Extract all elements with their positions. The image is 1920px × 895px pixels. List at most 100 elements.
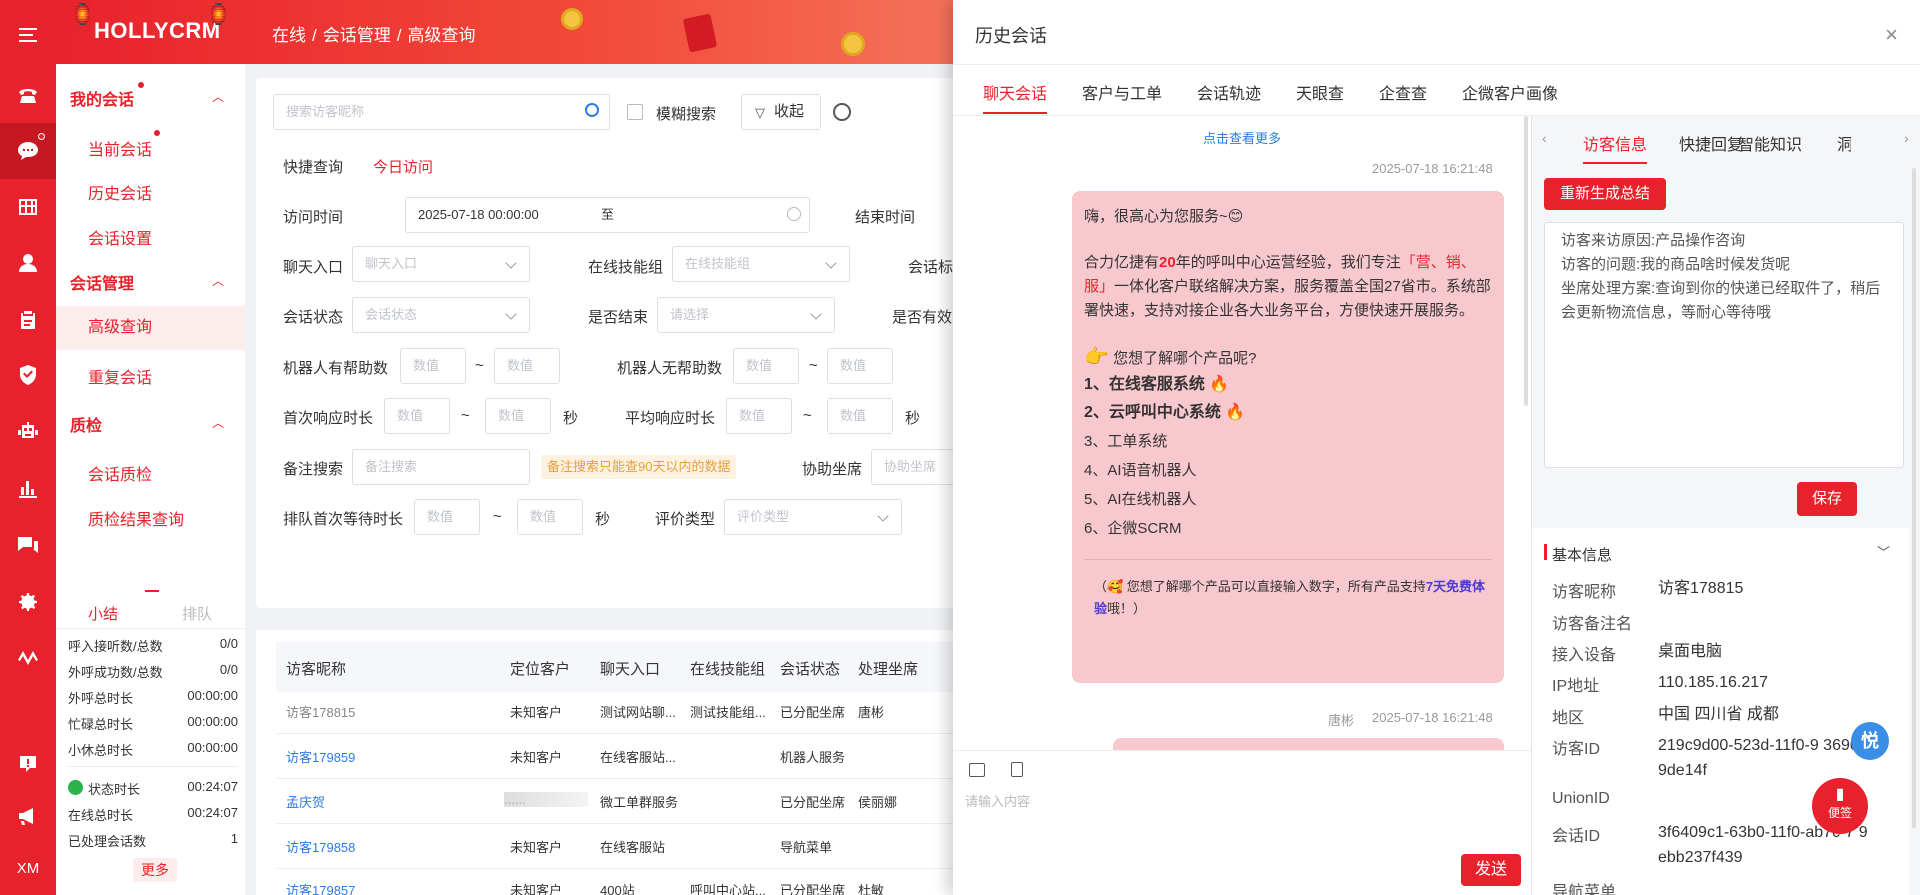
tab-summary[interactable]: 小结 bbox=[88, 603, 118, 624]
rating-select[interactable]: 评价类型 bbox=[724, 499, 902, 535]
assist-input[interactable]: 协助坐席 bbox=[871, 449, 961, 485]
tab-customer-tickets[interactable]: 客户与工单 bbox=[1082, 80, 1162, 104]
user-initials[interactable]: XM bbox=[0, 848, 56, 888]
table-cell[interactable]: 孟庆贺 bbox=[286, 792, 325, 811]
menu-group-title: 质检 bbox=[70, 418, 103, 435]
close-icon[interactable]: × bbox=[1885, 22, 1898, 48]
note-float-button[interactable]: ▮ 便签 bbox=[1812, 778, 1868, 834]
chevron-right-icon[interactable]: › bbox=[1904, 130, 1909, 146]
remark-input[interactable]: 备注搜索 bbox=[352, 449, 530, 485]
menu-item-advanced-query[interactable]: 高级查询 bbox=[56, 306, 245, 350]
stat-row: 外呼成功数/总数 0/0 bbox=[68, 662, 238, 681]
menu-icon[interactable] bbox=[0, 15, 56, 55]
chat-icon[interactable] bbox=[0, 123, 56, 179]
save-button[interactable]: 保存 bbox=[1797, 482, 1857, 516]
quick-today-link[interactable]: 今日访问 bbox=[373, 156, 433, 177]
more-button[interactable]: 更多 bbox=[133, 858, 177, 882]
robot-icon[interactable] bbox=[0, 412, 56, 452]
stat-label: 已处理会话数 bbox=[68, 834, 147, 849]
tab-smart-knowledge[interactable]: 智能知识 bbox=[1738, 131, 1802, 155]
menu-group-qc[interactable]: 质检 ︿ bbox=[70, 412, 224, 436]
first-resp-min[interactable]: 数值 bbox=[384, 398, 450, 434]
skill-group-select[interactable]: 在线技能组 bbox=[672, 246, 850, 282]
table-cell[interactable]: 访客179857 bbox=[286, 880, 355, 895]
visit-time-range[interactable]: 2025-07-18 00:00:00 至 bbox=[405, 197, 810, 233]
menu-item-repeat-sessions[interactable]: 重复会话 bbox=[88, 364, 152, 388]
clipboard-icon[interactable] bbox=[0, 300, 56, 340]
settings-icon[interactable] bbox=[0, 582, 56, 622]
table-cell[interactable]: 访客179859 bbox=[286, 747, 355, 766]
message-bubble bbox=[1113, 738, 1504, 750]
menu-item-qc-results[interactable]: 质检结果查询 bbox=[88, 506, 184, 530]
search-input[interactable]: 搜索访客昵称 bbox=[273, 94, 610, 130]
first-resp-max[interactable]: 数值 bbox=[485, 398, 551, 434]
product-item: 6、企微SCRM bbox=[1084, 520, 1182, 537]
grid-icon[interactable] bbox=[0, 187, 56, 227]
chevron-down-icon[interactable]: ﹀ bbox=[1877, 542, 1890, 561]
tab-session-trace[interactable]: 会话轨迹 bbox=[1197, 80, 1261, 104]
breadcrumb: 在线 / 会话管理 / 高级查询 bbox=[272, 26, 476, 45]
tab-visitor-info[interactable]: 访客信息 bbox=[1583, 131, 1647, 155]
field-label: 访客备注名 bbox=[1552, 616, 1633, 633]
tab-quick-reply[interactable]: 快捷回复 bbox=[1679, 131, 1743, 155]
tab-queue[interactable]: 排队 bbox=[182, 603, 212, 624]
breadcrumb-item[interactable]: 在线 bbox=[272, 26, 306, 45]
table-cell: 已分配坐席 bbox=[780, 795, 846, 810]
gear-icon[interactable] bbox=[833, 103, 851, 121]
menu-item-history-sessions[interactable]: 历史会话 bbox=[88, 180, 152, 204]
bar-chart-icon[interactable] bbox=[0, 468, 56, 508]
stat-row: 外呼总时长 00:00:00 bbox=[68, 688, 238, 707]
table-cell[interactable]: 访客179858 bbox=[286, 837, 355, 856]
table-cell[interactable]: 访客178815 bbox=[286, 702, 355, 721]
menu-group-my-sessions[interactable]: 我的会话 ︿ bbox=[70, 82, 224, 110]
table-cell: 在线客服站... bbox=[600, 750, 676, 765]
scrollbar[interactable] bbox=[1912, 168, 1916, 828]
regenerate-summary-button[interactable]: 重新生成总结 bbox=[1544, 178, 1666, 210]
notice-icon[interactable] bbox=[0, 744, 56, 784]
menu-item-current-sessions[interactable]: 当前会话 bbox=[88, 136, 152, 160]
session-status-select[interactable]: 会话状态 bbox=[352, 297, 530, 333]
message-greeting: 嗨，很高心为您服务~😊 bbox=[1084, 208, 1244, 225]
image-icon[interactable] bbox=[969, 763, 985, 777]
drag-handle[interactable] bbox=[145, 590, 159, 592]
tab-chat[interactable]: 聊天会话 bbox=[983, 80, 1047, 104]
robot-help-max[interactable]: 数值 bbox=[494, 348, 560, 384]
avg-resp-min[interactable]: 数值 bbox=[726, 398, 792, 434]
messages-icon[interactable] bbox=[0, 525, 56, 565]
send-button[interactable]: 发送 bbox=[1461, 854, 1521, 886]
search-icon[interactable] bbox=[585, 103, 599, 117]
phone-icon[interactable] bbox=[0, 75, 56, 115]
menu-group-session-mgmt[interactable]: 会话管理 ︿ bbox=[70, 270, 224, 294]
user-icon[interactable] bbox=[0, 243, 56, 283]
tab-tianyancha[interactable]: 天眼查 bbox=[1296, 80, 1344, 104]
megaphone-icon[interactable] bbox=[0, 796, 56, 836]
collapse-button[interactable]: 收起 bbox=[741, 94, 821, 130]
tab-qichacha[interactable]: 企查查 bbox=[1379, 80, 1427, 104]
text-fragment: 1、在线客服系统 bbox=[1084, 376, 1205, 393]
chat-entry-select[interactable]: 聊天入口 bbox=[352, 246, 530, 282]
scrollbar[interactable] bbox=[1524, 116, 1528, 406]
flow-icon[interactable] bbox=[0, 636, 56, 676]
queue-wait-min[interactable]: 数值 bbox=[414, 499, 480, 535]
message-input[interactable]: 请输入内容 bbox=[965, 791, 1030, 810]
assistant-float-button[interactable]: 悦 bbox=[1851, 722, 1889, 760]
menu-item-session-qc[interactable]: 会话质检 bbox=[88, 461, 152, 485]
queue-wait-max[interactable]: 数值 bbox=[517, 499, 583, 535]
breadcrumb-item[interactable]: 会话管理 bbox=[323, 26, 391, 45]
robot-nohelp-max[interactable]: 数值 bbox=[827, 348, 893, 384]
stat-value: 00:00:00 bbox=[187, 688, 238, 703]
chevron-left-icon[interactable]: ‹ bbox=[1542, 130, 1547, 146]
fuzzy-checkbox[interactable] bbox=[627, 104, 643, 120]
menu-item-session-settings[interactable]: 会话设置 bbox=[88, 225, 152, 249]
summary-textarea[interactable]: 访客来访原因:产品操作咨询 访客的问题:我的商品啥时候发货呢 坐席处理方案:查询… bbox=[1544, 222, 1904, 468]
robot-help-min[interactable]: 数值 bbox=[400, 348, 466, 384]
chevron-up-icon: ︿ bbox=[212, 90, 225, 104]
shield-icon[interactable] bbox=[0, 355, 56, 395]
is-end-select[interactable]: 请选择 bbox=[657, 297, 835, 333]
tab-wecom-profile[interactable]: 企微客户画像 bbox=[1462, 80, 1558, 104]
robot-nohelp-min[interactable]: 数值 bbox=[733, 348, 799, 384]
tab-truncated[interactable]: 洞 bbox=[1837, 131, 1851, 155]
avg-resp-max[interactable]: 数值 bbox=[827, 398, 893, 434]
view-more-link[interactable]: 点击查看更多 bbox=[1203, 128, 1281, 147]
file-icon[interactable] bbox=[1011, 762, 1023, 777]
